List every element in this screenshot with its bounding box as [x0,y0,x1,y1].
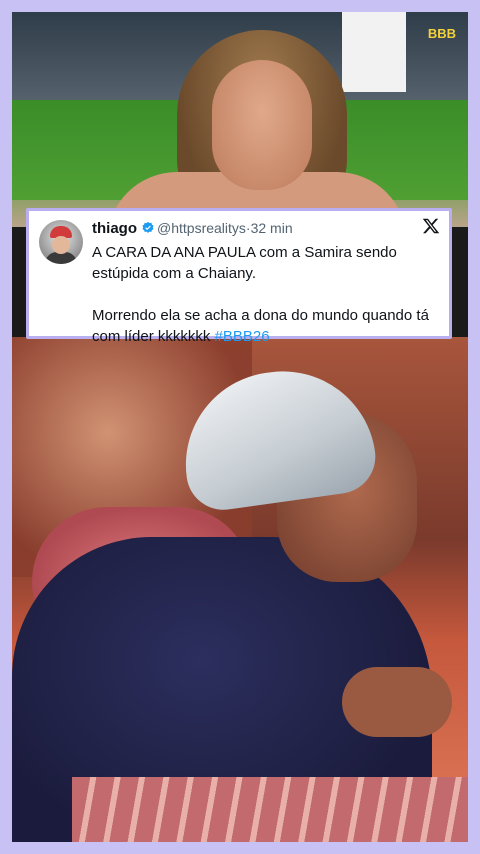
hashtag-link[interactable]: #BBB26 [215,328,270,345]
author-name[interactable]: thiago [92,220,137,237]
author-handle[interactable]: @httpsrealitys [157,220,246,236]
verified-badge-icon [142,221,154,233]
bbb-logo: BBB [427,26,456,41]
tweet-time[interactable]: 32 min [251,220,293,236]
avatar[interactable] [39,220,83,264]
x-logo-icon [422,218,440,234]
tweet-card[interactable]: thiago @httpsrealitys·32 min A CARA DA AN… [26,208,452,345]
tweet-line-1: A CARA DA ANA PAULA com a Samira sendo e… [92,244,397,282]
top-video-still: BBB [12,12,468,242]
tweet-header: thiago @httpsrealitys·32 min [92,220,415,240]
tweet-text: A CARA DA ANA PAULA com a Samira sendo e… [92,242,439,347]
bottom-video-still [12,337,468,842]
video-frame: BBB [12,12,468,842]
tweet-line-2: Morrendo ela se acha a dona do mundo qua… [92,305,439,347]
